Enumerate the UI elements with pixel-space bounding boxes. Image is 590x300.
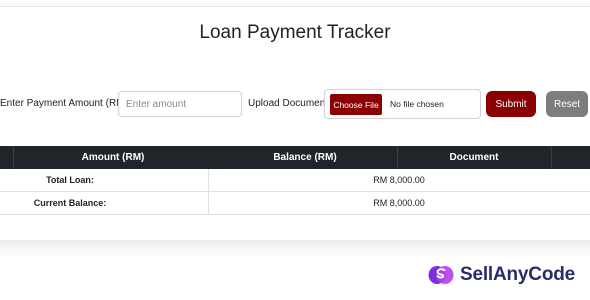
row-value: RM 8,000.00 [373, 175, 425, 185]
page-title: Loan Payment Tracker [199, 22, 391, 43]
header-amount: Amount (RM) [81, 152, 145, 163]
amount-input[interactable] [118, 91, 242, 117]
file-upload-field[interactable]: Choose File No file chosen [324, 89, 481, 119]
brand-name: SellAnyCode [460, 264, 575, 285]
header-balance: Balance (RM) [273, 152, 337, 163]
row-value: RM 8,000.00 [373, 198, 425, 208]
table-row: Total Loan: RM 8,000.00 [0, 169, 590, 192]
document-label: Upload Document: [248, 98, 331, 109]
reset-button[interactable]: Reset [546, 91, 588, 117]
submit-button[interactable]: Submit [486, 91, 536, 117]
choose-file-button[interactable]: Choose File [330, 94, 382, 115]
amount-label: Enter Payment Amount (RM): [0, 98, 131, 109]
table-header: Amount (RM) Balance (RM) Document [0, 146, 590, 169]
row-label: Total Loan: [46, 175, 94, 185]
sellanycode-logo-icon [428, 266, 454, 284]
brand-logo: SellAnyCode [428, 263, 575, 287]
header-divider [551, 146, 552, 169]
file-status-text: No file chosen [390, 99, 444, 109]
row-label: Current Balance: [33, 198, 107, 208]
table-row: Current Balance: RM 8,000.00 [0, 192, 590, 215]
header-document: Document [449, 152, 499, 163]
